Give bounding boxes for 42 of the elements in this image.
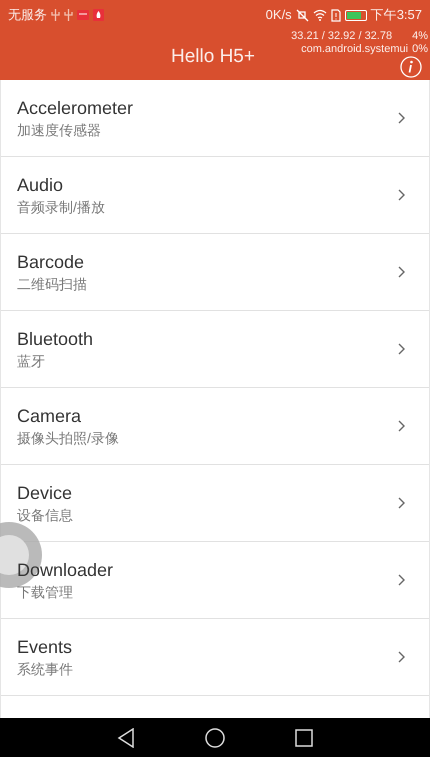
process-percent-text: 0% [412,43,428,56]
item-title: Device [17,482,72,504]
cpu-load-text: 33.21 / 32.92 / 32.78 [291,30,392,43]
chevron-right-icon [398,651,405,663]
item-title: Bluetooth [17,328,94,350]
app-title: Hello H5+ [171,45,255,69]
item-title: Events [17,636,72,658]
item-subtitle: 二维码扫描 [17,275,87,293]
network-speed: 0K/s [266,6,292,24]
item-subtitle: 下载管理 [17,583,73,601]
chevron-right-icon [398,112,405,124]
item-subtitle: 系统事件 [17,660,73,678]
item-subtitle: 设备信息 [17,506,73,524]
cpu-percent-text: 4% [412,30,428,43]
mute-icon [296,8,309,22]
wifi-icon [312,9,327,21]
item-title: Accelerometer [17,97,134,119]
sim-icon [330,8,341,22]
recents-icon[interactable] [295,728,313,746]
chevron-right-icon [398,574,405,586]
item-subtitle: 蓝牙 [17,352,45,370]
chevron-right-icon [398,497,405,509]
chevron-right-icon [398,343,405,355]
item-subtitle: 音频录制/播放 [17,198,105,216]
item-title: Camera [17,405,82,427]
info-icon[interactable] [400,56,422,78]
home-icon[interactable] [205,728,225,748]
chevron-right-icon [398,420,405,432]
carrier-text: 无服务 [8,6,47,24]
chevron-right-icon [398,266,405,278]
item-title: Audio [17,174,64,196]
battery-icon [344,10,367,20]
item-title: Barcode [17,251,84,273]
item-title: Downloader [17,559,114,581]
process-name-text: com.android.systemui [301,43,408,56]
clock-text: 下午3:57 [370,6,422,24]
chevron-right-icon [398,189,405,201]
item-subtitle: 摄像头拍照/录像 [17,429,119,447]
usb-icon [64,9,73,21]
back-icon[interactable] [117,728,135,748]
item-subtitle: 加速度传感器 [17,121,101,139]
usb-icon [51,9,60,21]
